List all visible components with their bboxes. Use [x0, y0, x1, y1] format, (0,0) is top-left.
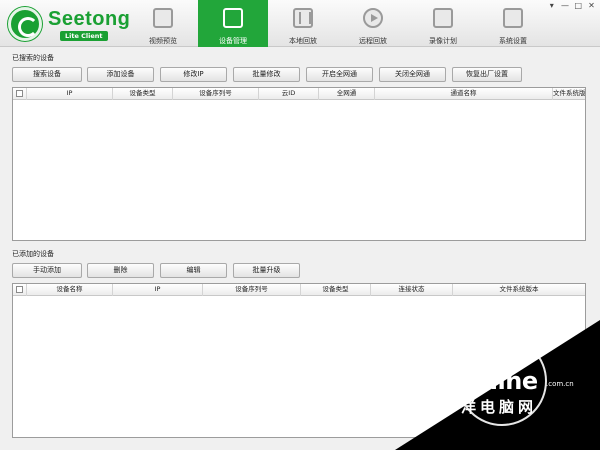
- app-logo: Seetong Lite Client: [8, 6, 136, 42]
- factory-reset-button[interactable]: 恢复出厂设置: [452, 67, 522, 82]
- maximize-icon[interactable]: □: [574, 1, 583, 10]
- tab-local-playback[interactable]: 本地回放: [268, 0, 338, 47]
- watermark-brand: PConline: [423, 367, 538, 395]
- brand-badge: Lite Client: [60, 31, 108, 41]
- tab-remote-playback[interactable]: 远程回放: [338, 0, 408, 47]
- film-icon: [293, 8, 313, 28]
- column-header-device-type[interactable]: 设备类型: [301, 284, 371, 296]
- column-header-cloud-id[interactable]: 云ID: [259, 88, 319, 100]
- batch-upgrade-button[interactable]: 批量升级: [233, 263, 300, 278]
- select-all-cell: [13, 88, 27, 100]
- close-icon[interactable]: ✕: [587, 1, 596, 10]
- tab-recording-schedule[interactable]: 录像计划: [408, 0, 478, 47]
- add-device-button[interactable]: 添加设备: [87, 67, 154, 82]
- delete-button[interactable]: 删除: [87, 263, 154, 278]
- modify-ip-button[interactable]: 修改IP: [160, 67, 227, 82]
- column-header-ip[interactable]: IP: [27, 88, 113, 100]
- window-controls: ▾ — □ ✕: [545, 1, 596, 10]
- dropdown-icon[interactable]: ▾: [547, 1, 556, 10]
- device-monitor-icon: [223, 8, 243, 28]
- edit-button[interactable]: 编辑: [160, 263, 227, 278]
- tab-label: 远程回放: [359, 37, 387, 45]
- brand-name: Seetong: [48, 8, 131, 30]
- column-header-all-network[interactable]: 全网通: [319, 88, 375, 100]
- monitor-icon: [153, 8, 173, 28]
- column-header-serial[interactable]: 设备序列号: [203, 284, 301, 296]
- table-header: 设备名称 IP 设备序列号 设备类型 连接状态 文件系统版本: [13, 284, 585, 296]
- column-header-firmware[interactable]: 文件系统版本: [453, 284, 585, 296]
- search-devices-button[interactable]: 搜索设备: [12, 67, 82, 82]
- schedule-icon: [433, 8, 453, 28]
- select-all-cell: [13, 284, 27, 296]
- column-header-device-type[interactable]: 设备类型: [113, 88, 173, 100]
- searched-devices-table[interactable]: IP 设备类型 设备序列号 云ID 全网通 通道名称 文件系统版本: [12, 87, 586, 241]
- manual-add-button[interactable]: 手动添加: [12, 263, 82, 278]
- disable-all-network-button[interactable]: 关闭全网通: [379, 67, 446, 82]
- watermark-domain: .com.cn: [546, 380, 574, 388]
- tab-device-management[interactable]: 设备管理: [198, 0, 268, 47]
- app-header: Seetong Lite Client 视频预览 设备管理 本地回放 远程回放 …: [0, 0, 600, 47]
- column-header-connection-status[interactable]: 连接状态: [371, 284, 453, 296]
- column-header-firmware[interactable]: 文件系统版本: [553, 88, 585, 100]
- tab-system-settings[interactable]: 系统设置: [478, 0, 548, 47]
- enable-all-network-button[interactable]: 开启全网通: [306, 67, 373, 82]
- play-circle-icon: [363, 8, 383, 28]
- column-header-ip[interactable]: IP: [113, 284, 203, 296]
- tab-label: 系统设置: [499, 37, 527, 45]
- column-header-device-name[interactable]: 设备名称: [27, 284, 113, 296]
- settings-screen-icon: [503, 8, 523, 28]
- table-header: IP 设备类型 设备序列号 云ID 全网通 通道名称 文件系统版本: [13, 88, 585, 100]
- tab-label: 本地回放: [289, 37, 317, 45]
- tab-video-preview[interactable]: 视频预览: [128, 0, 198, 47]
- select-all-checkbox[interactable]: [16, 90, 23, 97]
- column-header-channel-name[interactable]: 通道名称: [375, 88, 553, 100]
- tab-label: 录像计划: [429, 37, 457, 45]
- seetong-logo-icon: [8, 7, 42, 41]
- batch-modify-button[interactable]: 批量修改: [233, 67, 300, 82]
- minimize-icon[interactable]: —: [561, 1, 570, 10]
- select-all-checkbox[interactable]: [16, 286, 23, 293]
- column-header-serial[interactable]: 设备序列号: [173, 88, 259, 100]
- watermark-subtitle: 太平洋电脑网: [423, 398, 538, 416]
- added-devices-title: 已添加的设备: [12, 250, 54, 258]
- tab-label: 视频预览: [149, 37, 177, 45]
- tab-label: 设备管理: [219, 37, 247, 45]
- searched-devices-title: 已搜索的设备: [12, 54, 54, 62]
